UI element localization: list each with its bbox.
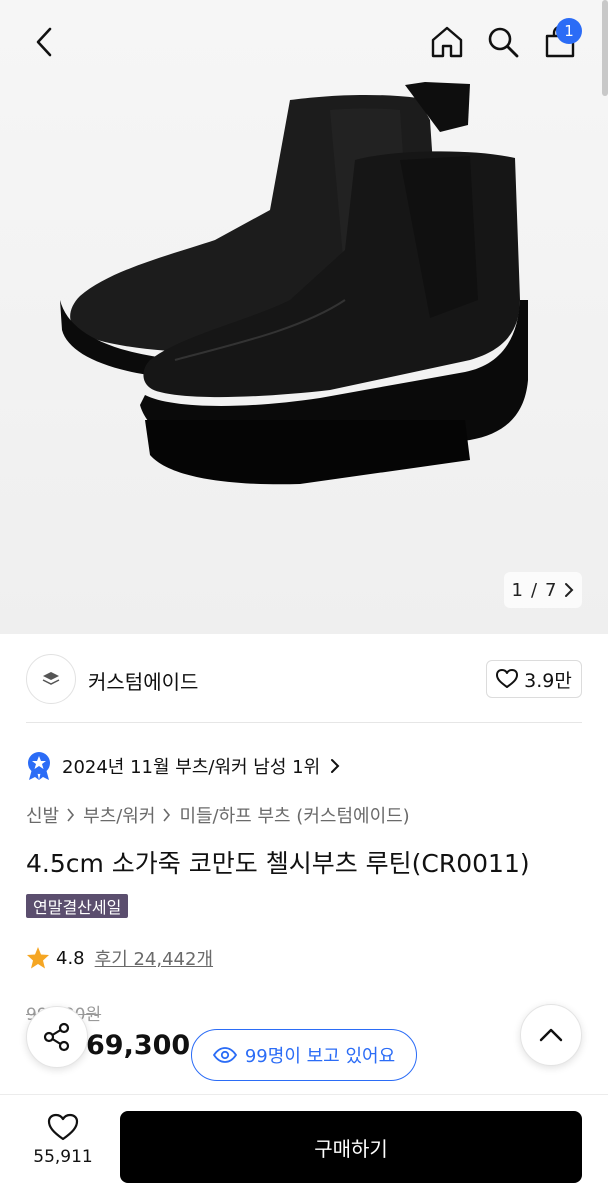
- breadcrumb-item[interactable]: 신발: [26, 802, 59, 828]
- brand-logo[interactable]: [26, 654, 76, 704]
- sale-price: 69,300: [86, 1030, 191, 1061]
- product-image: [60, 82, 528, 485]
- product-image-area[interactable]: [0, 0, 608, 634]
- wishlist-count: 55,911: [33, 1147, 93, 1167]
- pager-current: 1: [511, 579, 523, 601]
- heart-icon: [47, 1113, 79, 1141]
- breadcrumb-item[interactable]: 부츠/워커: [83, 802, 155, 828]
- rating-value: 4.8: [56, 947, 85, 969]
- review-count-link[interactable]: 후기 24,442개: [95, 945, 213, 971]
- star-icon: [27, 947, 49, 969]
- home-icon: [431, 26, 463, 58]
- wishlist-button[interactable]: 55,911: [24, 1113, 102, 1177]
- brand-like-count: 3.9만: [524, 669, 572, 692]
- search-button[interactable]: [482, 22, 524, 62]
- chevron-right-icon: [331, 759, 340, 773]
- search-icon: [488, 27, 519, 58]
- brand-name[interactable]: 커스텀에이드: [88, 666, 198, 695]
- buy-button[interactable]: 구매하기: [120, 1111, 582, 1183]
- product-title: 4.5cm 소가죽 코만도 첼시부츠 루틴(CR0011): [26, 849, 530, 878]
- viewers-indicator: 99명이 보고 있어요: [191, 1029, 417, 1081]
- bottom-action-bar: 55,911 구매하기: [0, 1094, 608, 1200]
- share-button[interactable]: [26, 1006, 88, 1068]
- brand-row: 커스텀에이드 3.9만: [26, 654, 582, 704]
- chevron-right-icon: [67, 808, 75, 822]
- top-navigation: 1: [0, 0, 608, 82]
- chevron-left-icon: [36, 27, 52, 57]
- sale-badge: 연말결산세일: [26, 894, 129, 918]
- breadcrumb: 신발 부츠/워커 미들/하프 부츠 (커스텀에이드): [26, 802, 410, 828]
- chevron-up-icon: [539, 1028, 563, 1042]
- heart-icon: [496, 669, 519, 688]
- cart-count-badge: 1: [556, 18, 582, 44]
- ranking-link[interactable]: 2024년 11월 부츠/워커 남성 1위: [26, 750, 340, 782]
- scroll-to-top-button[interactable]: [520, 1004, 582, 1066]
- viewers-text: 99명이 보고 있어요: [244, 1046, 396, 1067]
- brand-logo-mark: [42, 672, 60, 685]
- chevron-right-icon: [565, 583, 574, 597]
- image-pager[interactable]: 1 / 7: [504, 572, 582, 608]
- back-button[interactable]: [22, 22, 66, 62]
- chevron-right-icon: [163, 808, 171, 822]
- pager-total: 7: [545, 579, 557, 601]
- share-icon: [43, 1022, 70, 1052]
- home-button[interactable]: [426, 22, 468, 62]
- pager-separator: /: [530, 579, 538, 601]
- rating-row: 4.8 후기 24,442개: [26, 944, 213, 972]
- brand-like-button[interactable]: 3.9만: [486, 660, 582, 698]
- ranking-text: 2024년 11월 부츠/워커 남성 1위: [62, 757, 321, 778]
- eye-icon: [212, 1047, 237, 1063]
- award-badge-icon: [28, 752, 50, 780]
- breadcrumb-item[interactable]: 미들/하프 부츠 (커스텀에이드): [179, 802, 409, 828]
- divider: [26, 722, 582, 723]
